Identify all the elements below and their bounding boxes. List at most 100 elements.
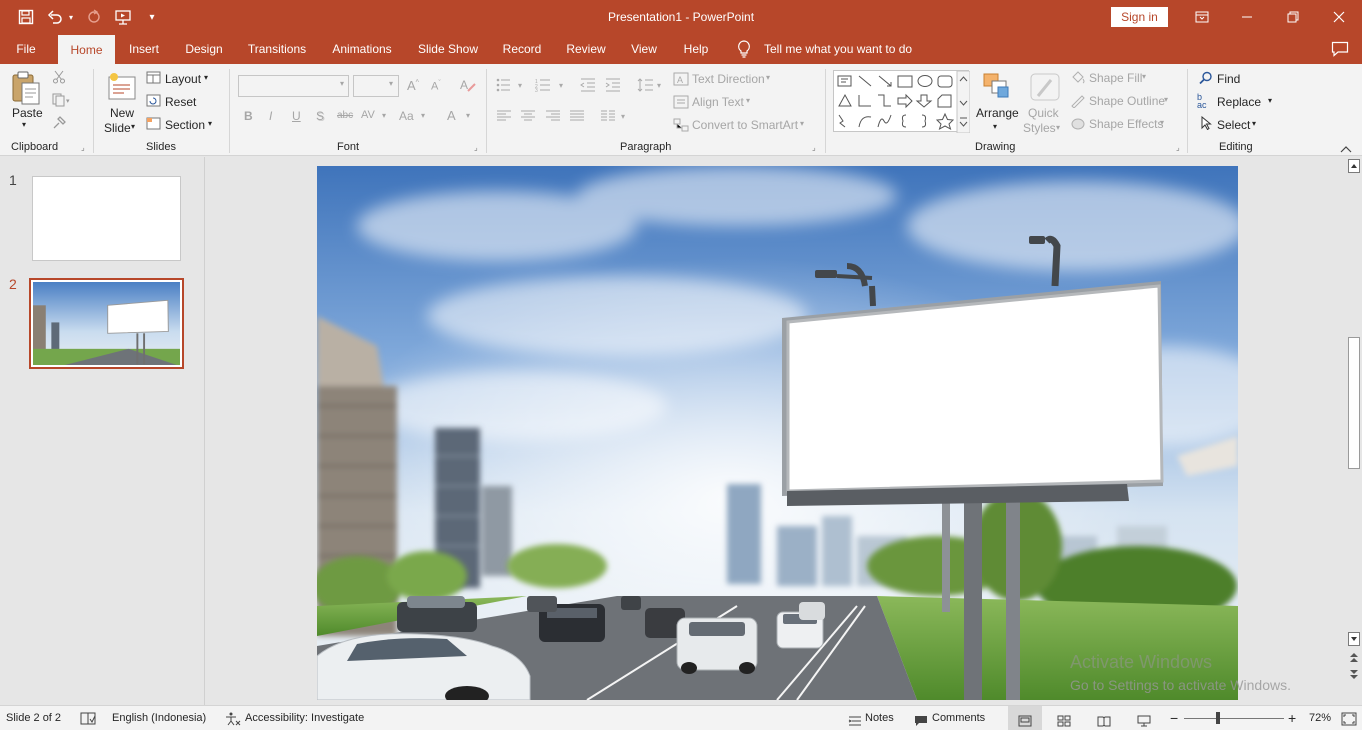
- align-text-button[interactable]: Align Text: [692, 95, 744, 109]
- layout-icon[interactable]: [146, 71, 161, 87]
- tab-home[interactable]: Home: [58, 35, 115, 64]
- select-dropdown-icon[interactable]: ▾: [1252, 119, 1256, 128]
- slide-canvas[interactable]: [317, 166, 1238, 700]
- restore-icon[interactable]: [1270, 0, 1316, 34]
- smartart-dropdown-icon[interactable]: ▾: [800, 119, 804, 128]
- quick-styles-button[interactable]: Quick: [1028, 106, 1059, 120]
- decrease-font-size-icon[interactable]: Aˇ: [431, 80, 441, 93]
- tab-animations[interactable]: Animations: [326, 34, 398, 64]
- notes-icon[interactable]: [848, 712, 862, 726]
- comments-button[interactable]: Comments: [932, 706, 985, 730]
- font-launcher-icon[interactable]: ⌟: [474, 143, 478, 152]
- section-button[interactable]: Section: [165, 118, 205, 132]
- replace-button[interactable]: Replace: [1217, 95, 1261, 109]
- change-case-dropdown-icon[interactable]: ▾: [421, 111, 425, 120]
- columns-icon[interactable]: ▾: [600, 110, 630, 125]
- justify-icon[interactable]: [569, 110, 585, 125]
- ribbon-display-options-icon[interactable]: [1179, 0, 1225, 34]
- character-spacing-button[interactable]: AV: [361, 109, 375, 121]
- strikethrough-button[interactable]: abc: [337, 110, 353, 121]
- spell-check-icon[interactable]: [80, 711, 96, 725]
- clear-formatting-icon[interactable]: A: [459, 77, 477, 96]
- previous-slide-icon[interactable]: [1349, 651, 1359, 666]
- arrange-dropdown-icon[interactable]: ▾: [993, 122, 997, 131]
- slide-sorter-icon[interactable]: [1057, 712, 1071, 727]
- numbering-icon[interactable]: 1 2 3 ▾: [535, 78, 567, 95]
- text-direction-icon[interactable]: A: [673, 72, 689, 89]
- section-dropdown-icon[interactable]: ▾: [208, 119, 212, 128]
- select-button[interactable]: Select: [1217, 118, 1250, 132]
- next-slide-icon[interactable]: [1349, 669, 1359, 684]
- line-spacing-icon[interactable]: ▾: [637, 78, 667, 95]
- quick-styles-icon[interactable]: [1029, 72, 1061, 105]
- tab-insert[interactable]: Insert: [123, 34, 165, 64]
- shape-fill-dropdown-icon[interactable]: ▾: [1142, 72, 1146, 81]
- new-slide-dropdown-icon[interactable]: ▾: [131, 122, 135, 131]
- layout-button[interactable]: Layout: [165, 72, 201, 86]
- font-name-dropdown-icon[interactable]: ▾: [340, 79, 344, 88]
- start-from-beginning-icon[interactable]: [111, 0, 135, 34]
- scroll-thumb[interactable]: [1348, 337, 1360, 469]
- arrange-icon[interactable]: [982, 72, 1012, 103]
- paste-button[interactable]: Paste: [12, 106, 43, 120]
- smartart-icon[interactable]: [673, 118, 689, 135]
- shape-outline-dropdown-icon[interactable]: ▾: [1164, 95, 1168, 104]
- slide-thumbnail-1[interactable]: [32, 176, 181, 261]
- underline-button[interactable]: U: [292, 109, 301, 123]
- increase-font-size-icon[interactable]: A^: [407, 78, 419, 93]
- decrease-indent-icon[interactable]: [580, 78, 596, 95]
- accessibility-icon[interactable]: [225, 711, 241, 726]
- minimize-icon[interactable]: [1224, 0, 1270, 34]
- layout-dropdown-icon[interactable]: ▾: [204, 73, 208, 82]
- slide-thumbnail-2[interactable]: [29, 278, 184, 369]
- new-slide-icon[interactable]: [106, 72, 138, 105]
- zoom-slider[interactable]: [1184, 718, 1284, 719]
- text-direction-button[interactable]: Text Direction: [692, 72, 765, 86]
- save-icon[interactable]: [14, 0, 38, 34]
- tab-file[interactable]: File: [8, 34, 44, 64]
- vertical-scrollbar[interactable]: [1346, 157, 1362, 705]
- customize-quick-access-icon[interactable]: ▾: [140, 0, 164, 34]
- clipboard-launcher-icon[interactable]: ⌟: [81, 143, 85, 152]
- zoom-in-icon[interactable]: +: [1288, 706, 1296, 730]
- increase-indent-icon[interactable]: [605, 78, 621, 95]
- paste-dropdown-icon[interactable]: ▾: [22, 120, 26, 129]
- change-case-button[interactable]: Aa: [399, 109, 414, 123]
- shape-fill-icon[interactable]: [1070, 71, 1086, 88]
- section-icon[interactable]: [146, 117, 161, 133]
- font-size-dropdown-icon[interactable]: ▾: [389, 79, 393, 88]
- tab-help[interactable]: Help: [678, 34, 714, 64]
- zoom-out-icon[interactable]: −: [1170, 706, 1178, 730]
- paste-icon[interactable]: [10, 70, 42, 109]
- select-icon[interactable]: [1200, 115, 1212, 133]
- align-right-icon[interactable]: [545, 110, 561, 125]
- zoom-level[interactable]: 72%: [1309, 706, 1331, 730]
- convert-to-smartart-button[interactable]: Convert to SmartArt: [692, 118, 798, 132]
- text-shadow-button[interactable]: S: [316, 109, 324, 123]
- align-left-icon[interactable]: [496, 110, 512, 125]
- tell-me-search[interactable]: Tell me what you want to do: [764, 34, 912, 64]
- notes-button[interactable]: Notes: [865, 706, 894, 730]
- bold-button[interactable]: B: [244, 109, 253, 123]
- tab-design[interactable]: Design: [180, 34, 228, 64]
- collapse-ribbon-icon[interactable]: [1340, 142, 1352, 156]
- shape-fill-button[interactable]: Shape Fill: [1089, 71, 1142, 85]
- comments-status-icon[interactable]: [914, 712, 928, 726]
- tab-review[interactable]: Review: [562, 34, 610, 64]
- tab-record[interactable]: Record: [498, 34, 546, 64]
- reset-icon[interactable]: [146, 94, 161, 110]
- close-icon[interactable]: [1316, 0, 1362, 34]
- align-text-icon[interactable]: [673, 95, 689, 112]
- quick-styles-dropdown-icon[interactable]: ▾: [1056, 123, 1060, 132]
- text-direction-dropdown-icon[interactable]: ▾: [766, 73, 770, 82]
- shape-effects-dropdown-icon[interactable]: ▾: [1160, 118, 1164, 127]
- shape-outline-icon[interactable]: [1070, 94, 1086, 111]
- scroll-up-icon[interactable]: [1348, 159, 1360, 173]
- comments-icon[interactable]: [1331, 41, 1349, 60]
- align-center-icon[interactable]: [520, 110, 536, 125]
- font-color-dropdown-icon[interactable]: ▾: [466, 111, 470, 120]
- quick-styles-label-2[interactable]: Styles: [1023, 121, 1056, 135]
- shape-effects-icon[interactable]: [1070, 117, 1086, 134]
- find-icon[interactable]: [1199, 71, 1213, 88]
- slide-show-icon[interactable]: [1137, 712, 1151, 727]
